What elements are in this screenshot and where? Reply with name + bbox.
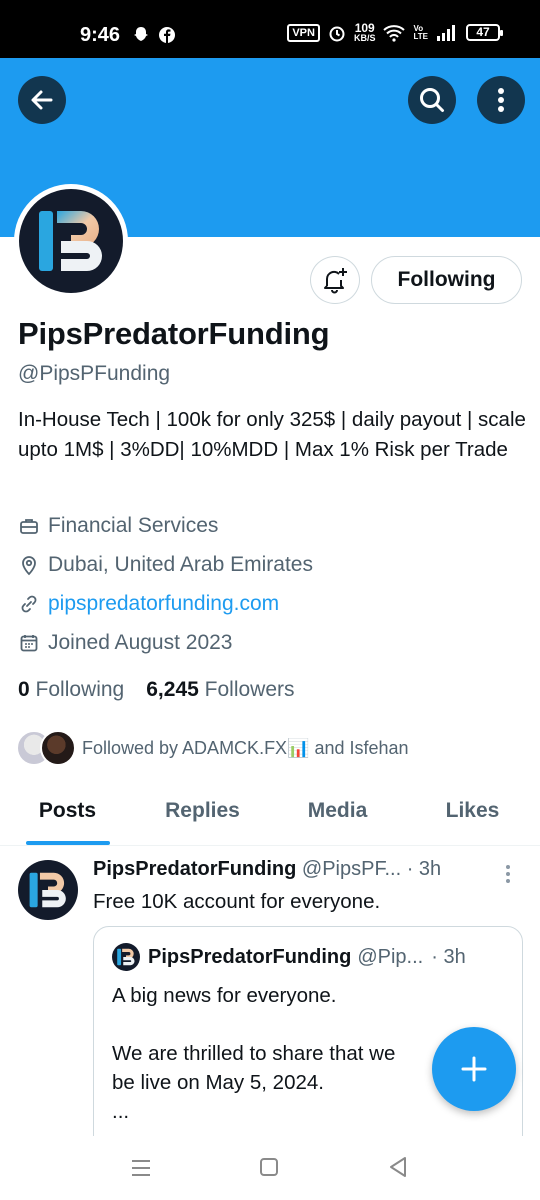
- follower-avatar-2: [40, 730, 76, 766]
- more-vertical-icon: [506, 865, 510, 883]
- recent-apps-button[interactable]: [130, 1158, 152, 1183]
- signal-icon: [437, 24, 455, 41]
- status-bar: 9:46 VPN 109 KB/S Vo LTE 47: [0, 0, 540, 58]
- followers-count: 6,245: [146, 678, 199, 701]
- post-author-avatar[interactable]: [18, 860, 78, 920]
- quoted-author-handle: @Pip...: [357, 945, 424, 968]
- profile-joined: Joined August 2023: [18, 631, 233, 655]
- tab-posts[interactable]: Posts: [0, 790, 135, 845]
- volte-bottom: LTE: [413, 31, 428, 41]
- system-navigation-bar: [0, 1136, 540, 1200]
- more-options-button[interactable]: [477, 76, 525, 124]
- quoted-timestamp: · 3h: [431, 945, 466, 968]
- profile-location-text: Dubai, United Arab Emirates: [48, 553, 313, 576]
- tab-media[interactable]: Media: [270, 790, 405, 845]
- quoted-author-name: PipsPredatorFunding: [148, 945, 352, 968]
- post-text: Free 10K account for everyone.: [93, 890, 381, 913]
- square-icon: [260, 1158, 278, 1176]
- following-label: Following: [35, 678, 125, 701]
- tab-likes[interactable]: Likes: [405, 790, 540, 845]
- profile-category-text: Financial Services: [48, 514, 219, 537]
- bell-plus-icon: [324, 268, 347, 294]
- profile-category: Financial Services: [18, 514, 218, 538]
- network-speed-unit: KB/S: [353, 33, 376, 43]
- location-pin-icon: [18, 554, 40, 576]
- volte-indicator: Vo LTE: [413, 24, 428, 41]
- followers-count-link[interactable]: 6,245 Followers: [146, 678, 294, 702]
- arrow-left-icon: [31, 90, 53, 110]
- follow-counts: 0 Following 6,245 Followers: [18, 678, 295, 702]
- notifications-bell-button[interactable]: [310, 256, 360, 304]
- tab-replies[interactable]: Replies: [135, 790, 270, 845]
- post-timestamp: · 3h: [406, 858, 442, 880]
- profile-avatar[interactable]: [14, 184, 128, 298]
- quoted-post-header: PipsPredatorFunding @Pip... · 3h: [112, 943, 466, 971]
- profile-handle: @PipsPFunding: [18, 362, 171, 385]
- quoted-line-1: A big news for everyone.: [112, 984, 337, 1007]
- home-button[interactable]: [259, 1157, 279, 1182]
- briefcase-icon: [18, 515, 40, 537]
- more-vertical-icon: [498, 88, 504, 112]
- quoted-author-avatar: [112, 943, 140, 971]
- back-nav-button[interactable]: [388, 1156, 408, 1183]
- post-author-handle: @PipsPF...: [301, 858, 402, 880]
- profile-joined-text: Joined August 2023: [48, 631, 233, 654]
- post-header: PipsPredatorFunding @PipsPF... · 3h: [93, 858, 441, 881]
- brand-logo-icon: [39, 211, 102, 271]
- following-count: 0: [18, 678, 30, 701]
- network-speed: 109 KB/S: [354, 22, 376, 43]
- profile-bio: In-House Tech | 100k for only 325$ | dai…: [18, 408, 526, 461]
- profile-website[interactable]: pipspredatorfunding.com: [18, 592, 279, 616]
- followed-by-text: Followed by ADAMCK.FX📊 and Isfehan: [82, 737, 409, 758]
- calendar-icon: [18, 632, 40, 654]
- alarm-icon: [329, 26, 345, 41]
- search-icon: [420, 88, 444, 112]
- compose-post-button[interactable]: [432, 1027, 516, 1111]
- wifi-icon: [383, 24, 406, 42]
- snapchat-icon: [134, 27, 148, 41]
- profile-location: Dubai, United Arab Emirates: [18, 553, 313, 577]
- triangle-back-icon: [390, 1157, 406, 1177]
- post-more-button[interactable]: [505, 864, 511, 889]
- avatar-logo: [19, 189, 123, 293]
- facebook-icon: [159, 27, 175, 43]
- profile-tabs: Posts Replies Media Likes: [0, 790, 540, 846]
- back-button[interactable]: [18, 76, 66, 124]
- profile-display-name: PipsPredatorFunding: [18, 316, 330, 351]
- followed-by-row[interactable]: Followed by ADAMCK.FX📊 and Isfehan: [16, 730, 409, 766]
- brand-logo-icon: [29, 872, 66, 908]
- post-author-name[interactable]: PipsPredatorFunding: [93, 858, 296, 880]
- status-notification-icons: [132, 26, 176, 44]
- followers-label: Followers: [204, 678, 295, 701]
- status-system-icons: VPN 109 KB/S Vo LTE 47: [287, 22, 503, 43]
- following-button[interactable]: Following: [371, 256, 522, 304]
- search-button[interactable]: [408, 76, 456, 124]
- battery-indicator: 47: [466, 24, 503, 41]
- plus-icon: [461, 1056, 487, 1082]
- following-count-link[interactable]: 0 Following: [18, 678, 124, 702]
- vpn-badge: VPN: [287, 23, 320, 42]
- profile-website-link[interactable]: pipspredatorfunding.com: [48, 592, 279, 616]
- status-time: 9:46: [80, 24, 121, 46]
- menu-lines-icon: [132, 1160, 150, 1176]
- link-icon: [18, 593, 40, 615]
- brand-logo-icon: [117, 948, 135, 966]
